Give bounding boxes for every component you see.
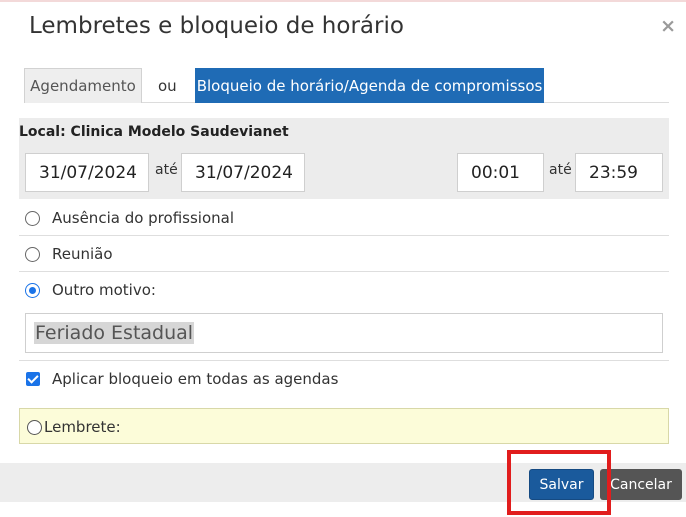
end-date-input[interactable]: 31/07/2024 — [181, 153, 305, 192]
divider — [19, 235, 669, 236]
tab-bloqueio[interactable]: Bloqueio de horário/Agenda de compromiss… — [195, 68, 544, 103]
tab-agendamento[interactable]: Agendamento — [24, 68, 142, 103]
radio-reuniao[interactable] — [25, 246, 40, 262]
reason-reuniao[interactable]: Reunião — [25, 243, 113, 265]
apply-all-label: Aplicar bloqueio em todas as agendas — [52, 370, 339, 388]
start-date-input[interactable]: 31/07/2024 — [25, 153, 149, 192]
mode-tabs: Agendamento ou Bloqueio de horário/Agend… — [24, 68, 669, 103]
location-bar: Local: Clinica Modelo Saudevianet — [19, 118, 669, 147]
reminder-option[interactable]: Lembrete: — [27, 418, 121, 436]
reason-ausencia-label: Ausência do profissional — [52, 209, 234, 227]
reason-reuniao-label: Reunião — [52, 245, 113, 263]
close-icon[interactable]: × — [660, 17, 676, 36]
tab-separator-label: ou — [158, 77, 177, 95]
other-reason-value: Feriado Estadual — [34, 322, 195, 344]
radio-ausencia[interactable] — [25, 210, 40, 226]
other-reason-input[interactable]: Feriado Estadual — [25, 313, 663, 353]
reason-outro-label: Outro motivo: — [52, 281, 156, 299]
dialog-title: Lembretes e bloqueio de horário — [29, 13, 404, 39]
divider — [19, 271, 669, 272]
reminder-label: Lembrete: — [44, 418, 121, 436]
date-range-separator: até — [155, 162, 178, 178]
location-label: Local: Clinica Modelo Saudevianet — [19, 124, 289, 140]
reminder-block-dialog: Lembretes e bloqueio de horário × Agenda… — [0, 0, 686, 517]
cancel-button[interactable]: Cancelar — [600, 469, 682, 500]
time-range-separator: até — [549, 162, 572, 178]
end-time-input[interactable]: 23:59 — [575, 153, 663, 192]
radio-outro[interactable] — [25, 282, 40, 298]
period-row: 31/07/2024 até 31/07/2024 00:01 até 23:5… — [19, 147, 669, 199]
reason-outro[interactable]: Outro motivo: — [25, 279, 156, 301]
apply-all-schedules[interactable]: Aplicar bloqueio em todas as agendas — [26, 368, 338, 390]
reminder-box: Lembrete: — [19, 408, 669, 444]
dialog-header: Lembretes e bloqueio de horário × — [0, 2, 686, 48]
divider — [19, 360, 669, 361]
save-button[interactable]: Salvar — [529, 469, 594, 500]
reason-ausencia[interactable]: Ausência do profissional — [25, 207, 234, 229]
start-time-input[interactable]: 00:01 — [457, 153, 544, 192]
radio-lembrete[interactable] — [27, 419, 42, 435]
apply-all-checkbox[interactable] — [26, 372, 40, 386]
